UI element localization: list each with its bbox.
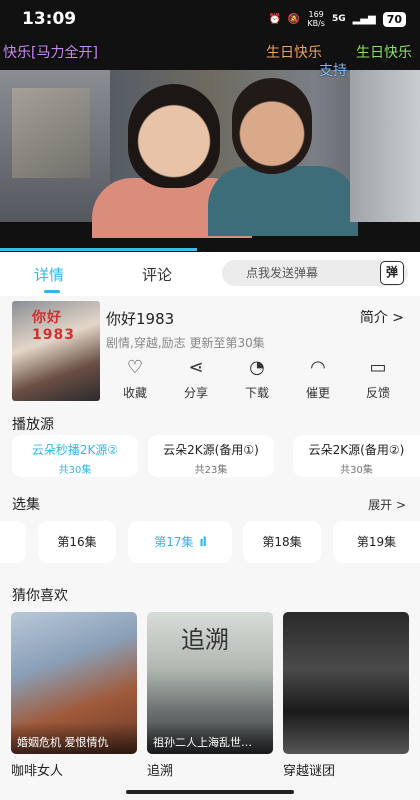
favorite-button[interactable]: ♡ 收藏 [110,356,160,401]
app-root: { "status_bar": {"time": "13:09", "net_s… [0,0,420,800]
episode-item[interactable]: 第19集 [333,521,420,563]
source-name: 云朵2K源(备用②) [308,443,405,457]
source-card[interactable]: 云朵2K源(备用②) 共30集 [293,435,420,477]
action-label: 下载 [244,386,269,400]
show-poster[interactable]: 你好1983 [12,301,100,401]
episode-item[interactable]: 第16集 [38,521,116,563]
recommend-poster [283,612,409,754]
recommend-card[interactable]: 追溯 祖孙二人上海乱世… 追溯 [147,612,273,779]
source-name: 云朵秒播2K源② [31,443,119,457]
expand-episodes-button[interactable]: 展开 > [368,496,406,513]
danmu-comment: 快乐[马力全开] [3,45,98,61]
playing-icon: ıl [199,535,207,549]
source-name: 云朵2K源(备用①) [163,443,259,457]
recommend-poster: 婚姻危机 爱恨情仇 [11,612,137,754]
recommend-title: 猜你喜欢 [12,588,68,604]
video-frame [0,70,420,238]
episode-label: 第19集 [356,535,397,549]
recommend-poster-title: 追溯 [181,626,229,654]
tab-bar: 详情 评论 点我发送弹幕 弹 [0,252,420,296]
episodes-title: 选集 [12,497,40,513]
feedback-icon: ▭ [369,357,387,378]
danmu-comment: 支持 [319,63,347,79]
alarm-icon: ⏰ [268,13,281,25]
heart-icon: ♡ [126,357,144,378]
source-card[interactable]: 云朵2K源(备用①) 共23集 [148,435,274,477]
detail-panel: 你好1983 你好1983 剧情,穿越,励志 更新至第30集 简介 > ♡ 收藏… [0,296,420,800]
mute-icon: 🔕 [287,13,301,25]
download-button[interactable]: ◔ 下载 [232,356,282,401]
status-bar: 13:09 ⏰ 🔕 169 KB/s 5G ▂▄▆ 70 [0,0,420,36]
episode-item[interactable]: 第18集 [243,521,321,563]
source-count: 共30集 [58,465,92,476]
signal-label: 5G [331,14,346,24]
bell-icon: ◠ [310,357,326,378]
tab-detail[interactable]: 详情 [34,264,64,285]
recommend-name: 追溯 [147,764,174,779]
recommend-caption: 祖孙二人上海乱世… [147,722,273,754]
action-label: 分享 [183,386,208,400]
action-label: 反馈 [365,386,390,400]
signal-icon: ▂▄▆ [352,13,376,25]
episode-label: 第18集 [262,535,302,549]
recommend-caption: 婚姻危机 爱恨情仇 [11,722,137,754]
intro-button[interactable]: 简介 > [360,307,404,327]
tab-comments[interactable]: 评论 [142,264,172,285]
source-count: 共30集 [340,465,373,476]
danmu-comment: 生日快乐 [356,45,412,61]
source-count: 共23集 [194,465,228,476]
recommend-poster: 追溯 祖孙二人上海乱世… [147,612,273,754]
battery-icon: 70 [382,11,406,27]
clock: 13:09 [22,9,77,29]
status-icons: ⏰ 🔕 169 KB/s 5G ▂▄▆ 70 [268,10,406,28]
episode-label: 第16集 [57,535,97,549]
action-label: 催更 [305,386,330,400]
tab-indicator [44,290,60,293]
recommend-card[interactable]: 婚姻危机 爱恨情仇 咖啡女人 [11,612,137,779]
recommend-name: 穿越谜团 [283,764,336,779]
urge-update-button[interactable]: ◠ 催更 [293,356,343,401]
danmu-comment: 生日快乐 [266,45,322,61]
home-indicator[interactable] [126,790,294,794]
share-button[interactable]: ⋖ 分享 [171,356,221,401]
episode-label: 第17集 [154,535,194,549]
video-player[interactable]: 快乐[马力全开] 生日快乐 生日快乐 支持 [0,0,420,252]
download-icon: ◔ [249,357,265,378]
show-meta: 剧情,穿越,励志 更新至第30集 [106,336,265,350]
danmu-toggle-button[interactable]: 弹 [380,261,404,285]
share-icon: ⋖ [188,357,204,378]
recommend-name: 咖啡女人 [11,764,64,779]
action-label: 收藏 [122,386,147,400]
recommend-card[interactable]: 穿越谜团 [283,612,409,779]
sources-title: 播放源 [12,417,54,433]
playback-progress-bar[interactable] [0,248,198,251]
episode-item-partial[interactable] [0,521,26,563]
show-title: 你好1983 [106,310,175,328]
net-speed: 169 KB/s [307,10,325,28]
poster-title: 你好1983 [32,310,75,343]
source-card[interactable]: 云朵秒播2K源② 共30集 [12,435,138,477]
episode-item-current[interactable]: 第17集 ıl [128,521,232,563]
feedback-button[interactable]: ▭ 反馈 [353,356,403,401]
